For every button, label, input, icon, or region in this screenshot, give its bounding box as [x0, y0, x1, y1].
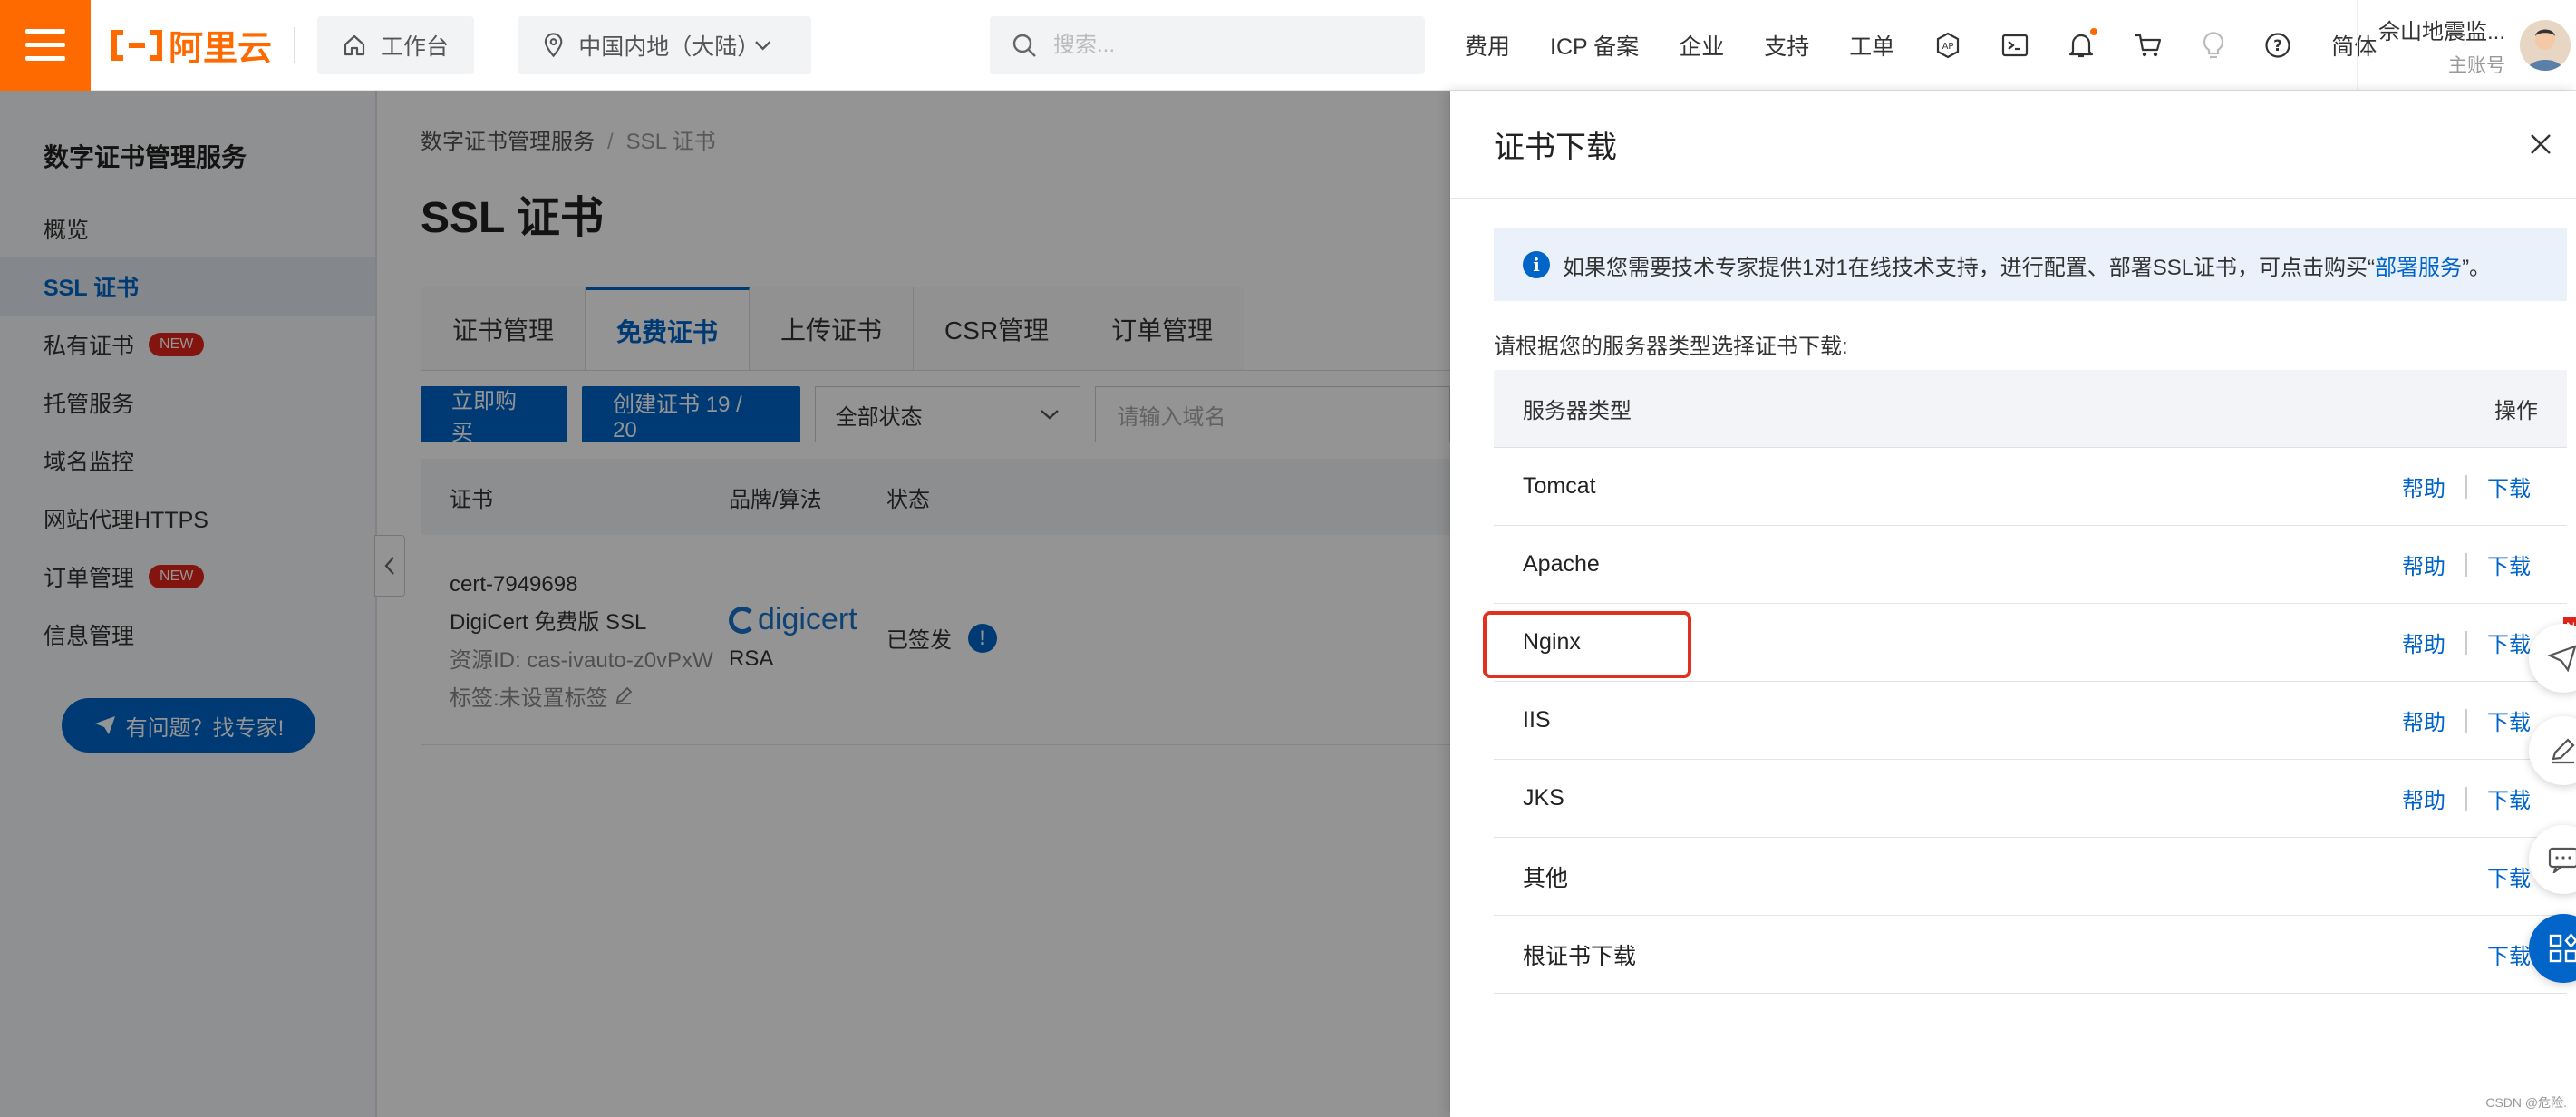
- account-menu[interactable]: 佘山地震监... 主账号: [2357, 0, 2571, 91]
- location-icon: [544, 32, 563, 57]
- notice-text: 如果您需要技术专家提供1对1在线技术支持，进行配置、部署SSL证书，可点击购买“: [1563, 255, 2376, 280]
- top-nav: 费用 ICP 备案 企业 支持 工单 AP ? 简体: [1465, 0, 2416, 91]
- server-name: Apache: [1523, 551, 1600, 577]
- region-selector[interactable]: 中国内地（大陆）: [518, 15, 812, 74]
- logo-text: 阿里云: [169, 30, 273, 68]
- svg-text:?: ?: [2273, 37, 2282, 55]
- nav-enterprise[interactable]: 企业: [1679, 29, 1724, 62]
- server-name: 其他: [1523, 865, 1569, 891]
- avatar[interactable]: [2520, 20, 2571, 71]
- bell-icon[interactable]: [2068, 28, 2098, 59]
- aliyun-logo[interactable]: 阿里云: [111, 20, 272, 70]
- svg-text:AP: AP: [1942, 42, 1954, 52]
- top-bar: 阿里云 工作台 中国内地（大陆） 费用 ICP 备案 企业 支持 工单: [0, 0, 2576, 91]
- search-icon: [1012, 34, 1036, 57]
- deploy-service-notice: i 如果您需要技术专家提供1对1在线技术支持，进行配置、部署SSL证书，可点击购…: [1494, 228, 2567, 301]
- info-icon: i: [1523, 251, 1550, 278]
- server-name: JKS: [1523, 785, 1564, 811]
- notice-suffix: ”。: [2462, 255, 2492, 280]
- logo-divider: [294, 26, 296, 63]
- cert-download-drawer: 证书下载 i 如果您需要技术专家提供1对1在线技术支持，进行配置、部署SSL证书…: [1450, 91, 2576, 1117]
- cart-icon[interactable]: [2134, 32, 2163, 59]
- region-label: 中国内地（大陆）: [578, 34, 760, 60]
- account-name: 佘山地震监...: [2378, 19, 2506, 44]
- header-action: 操作: [2494, 399, 2538, 423]
- choose-server-label: 请根据您的服务器类型选择证书下载:: [1494, 335, 1848, 359]
- server-row-other: 其他 下载: [1494, 838, 2567, 916]
- download-link[interactable]: 下载: [2487, 549, 2531, 580]
- workbench-button[interactable]: 工作台: [317, 15, 475, 74]
- nav-fees[interactable]: 费用: [1465, 29, 1510, 62]
- lightbulb-icon[interactable]: [2203, 32, 2224, 59]
- help-link[interactable]: 帮助: [2402, 471, 2445, 502]
- search-input[interactable]: [1053, 33, 1398, 58]
- nginx-highlight-box: [1483, 611, 1691, 678]
- aliyun-logo-icon: [111, 29, 162, 61]
- terminal-icon[interactable]: [2001, 33, 2029, 58]
- server-table-header: 服务器类型 操作: [1494, 370, 2567, 448]
- help-link[interactable]: 帮助: [2402, 549, 2445, 580]
- download-link[interactable]: 下载: [2487, 626, 2531, 658]
- help-icon[interactable]: ?: [2264, 32, 2291, 59]
- download-link[interactable]: 下载: [2487, 471, 2531, 502]
- drawer-header: 证书下载: [1450, 91, 2576, 199]
- server-row-root-cert: 根证书下载 下载: [1494, 916, 2567, 994]
- search-box[interactable]: [990, 16, 1425, 74]
- download-link[interactable]: 下载: [2487, 938, 2531, 970]
- download-link[interactable]: 下载: [2487, 782, 2531, 814]
- home-icon: [344, 34, 365, 55]
- nav-ticket[interactable]: 工单: [1849, 29, 1894, 62]
- chevron-down-icon: [754, 40, 770, 51]
- help-link[interactable]: 帮助: [2402, 782, 2445, 814]
- deploy-service-link[interactable]: 部署服务: [2375, 249, 2462, 281]
- watermark: CSDN @危险.: [2485, 1095, 2567, 1110]
- server-type-table: 服务器类型 操作 Tomcat 帮助 下载 Apache 帮助 下载 Nginx 帮…: [1494, 370, 2567, 994]
- hamburger-menu-button[interactable]: [0, 0, 91, 91]
- modal-overlay[interactable]: [0, 91, 1450, 1117]
- close-icon[interactable]: [2529, 132, 2552, 156]
- notification-dot: [2090, 28, 2098, 35]
- drawer-title: 证书下载: [1494, 130, 1617, 165]
- server-row-tomcat: Tomcat 帮助 下载: [1494, 448, 2567, 526]
- server-name: Tomcat: [1523, 473, 1596, 499]
- download-link[interactable]: 下载: [2487, 704, 2531, 736]
- header-server-type: 服务器类型: [1523, 399, 1632, 423]
- server-row-iis: IIS 帮助 下载: [1494, 682, 2567, 760]
- account-type: 主账号: [2448, 54, 2506, 76]
- app-icon[interactable]: AP: [1934, 32, 1961, 59]
- nav-support[interactable]: 支持: [1764, 29, 1809, 62]
- nav-icp[interactable]: ICP 备案: [1550, 29, 1639, 62]
- download-link[interactable]: 下载: [2487, 860, 2531, 892]
- server-name: IIS: [1523, 707, 1551, 733]
- help-link[interactable]: 帮助: [2402, 704, 2445, 736]
- server-row-apache: Apache 帮助 下载: [1494, 526, 2567, 604]
- help-link[interactable]: 帮助: [2402, 626, 2445, 658]
- server-row-jks: JKS 帮助 下载: [1494, 760, 2567, 838]
- workbench-label: 工作台: [381, 34, 450, 60]
- server-name: 根证书下载: [1523, 943, 1637, 969]
